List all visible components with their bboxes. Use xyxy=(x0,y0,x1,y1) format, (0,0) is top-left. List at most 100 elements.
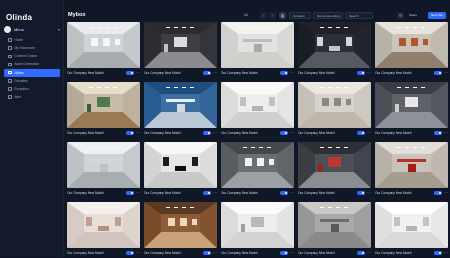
grid-view-icon[interactable]: ▦ xyxy=(279,12,286,19)
publish-toggle[interactable] xyxy=(280,71,288,75)
contains-select[interactable]: Contains xyxy=(289,12,311,19)
sidebar-item-content-creator[interactable]: Content Creator xyxy=(4,52,60,60)
asset-card[interactable]: Our Company New Model ⋯ xyxy=(221,142,294,198)
asset-thumbnail[interactable] xyxy=(67,82,140,128)
more-options-icon[interactable]: ⋯ xyxy=(211,191,217,195)
asset-thumbnail[interactable] xyxy=(375,142,448,188)
more-options-icon[interactable]: ⋯ xyxy=(442,191,448,195)
publish-toggle[interactable] xyxy=(126,251,134,255)
asset-card[interactable]: Our Company New Model ⋯ xyxy=(221,22,294,78)
more-options-icon[interactable]: ⋯ xyxy=(442,71,448,75)
asset-card[interactable]: Our Company New Model ⋯ xyxy=(144,82,217,138)
more-options-icon[interactable]: ⋯ xyxy=(365,191,371,195)
more-options-icon[interactable]: ⋯ xyxy=(365,71,371,75)
publish-toggle[interactable] xyxy=(203,131,211,135)
asset-thumbnail[interactable] xyxy=(298,22,371,68)
publish-toggle[interactable] xyxy=(280,131,288,135)
asset-thumbnail[interactable] xyxy=(144,82,217,128)
asset-thumbnail[interactable] xyxy=(298,142,371,188)
publish-toggle[interactable] xyxy=(280,191,288,195)
asset-card[interactable]: Our Company New Model ⋯ xyxy=(221,202,294,258)
chevron-left-icon[interactable]: ‹ xyxy=(260,12,267,19)
publish-toggle[interactable] xyxy=(126,191,134,195)
asset-thumbnail[interactable] xyxy=(298,202,371,248)
publish-toggle[interactable] xyxy=(203,191,211,195)
more-options-icon[interactable]: ⋯ xyxy=(134,131,140,135)
asset-card[interactable]: Our Company New Model ⋯ xyxy=(375,22,448,78)
asset-card[interactable]: Our Company New Model ⋯ xyxy=(375,202,448,258)
more-options-icon[interactable]: ⋯ xyxy=(288,251,294,255)
publish-toggle[interactable] xyxy=(434,131,442,135)
sidebar-item-alert[interactable]: Alert xyxy=(4,93,60,101)
more-options-icon[interactable]: ⋯ xyxy=(288,131,294,135)
asset-thumbnail[interactable] xyxy=(144,202,217,248)
publish-toggle[interactable] xyxy=(357,251,365,255)
publish-toggle[interactable] xyxy=(357,131,365,135)
sidebar-item-mybox[interactable]: Mybox xyxy=(4,68,60,77)
asset-thumbnail[interactable] xyxy=(67,142,140,188)
share-button[interactable]: Share xyxy=(406,12,420,19)
more-options-icon[interactable]: ⋯ xyxy=(365,131,371,135)
asset-thumbnail[interactable] xyxy=(298,82,371,128)
asset-thumbnail[interactable] xyxy=(375,202,448,248)
asset-thumbnail[interactable] xyxy=(221,22,294,68)
asset-card[interactable]: Our Company New Model ⋯ xyxy=(144,142,217,198)
more-options-icon[interactable]: ⋯ xyxy=(211,251,217,255)
card-footer: Our Company New Model ⋯ xyxy=(298,70,371,76)
publish-toggle[interactable] xyxy=(357,71,365,75)
asset-card[interactable]: Our Company New Model ⋯ xyxy=(144,22,217,78)
asset-card[interactable]: Our Company New Model ⋯ xyxy=(67,202,140,258)
publish-toggle[interactable] xyxy=(126,131,134,135)
asset-card[interactable]: Our Company New Model ⋯ xyxy=(67,82,140,138)
asset-card[interactable]: Our Company New Model ⋯ xyxy=(375,142,448,198)
asset-card[interactable]: Our Company New Model ⋯ xyxy=(221,82,294,138)
sidebar-item-home[interactable]: Home xyxy=(4,36,60,44)
sidebar-item-exception[interactable]: Exception xyxy=(4,85,60,93)
user-menu[interactable]: Mirus ▾ xyxy=(4,24,60,34)
more-options-icon[interactable]: ⋯ xyxy=(288,71,294,75)
asset-thumbnail[interactable] xyxy=(375,82,448,128)
more-options-icon[interactable]: ⋯ xyxy=(365,251,371,255)
asset-thumbnail[interactable] xyxy=(67,22,140,68)
sidebar-item-favorites[interactable]: Favorites xyxy=(4,77,60,85)
publish-toggle[interactable] xyxy=(434,191,442,195)
more-options-icon[interactable]: ⋯ xyxy=(134,71,140,75)
asset-card[interactable]: Our Company New Model ⋯ xyxy=(67,22,140,78)
more-options-icon[interactable]: ⋯ xyxy=(134,191,140,195)
asset-card[interactable]: Our Company New Model ⋯ xyxy=(298,22,371,78)
more-options-icon[interactable]: ⋯ xyxy=(211,71,217,75)
asset-card[interactable]: Our Company New Model ⋯ xyxy=(144,202,217,258)
asset-thumbnail[interactable] xyxy=(144,22,217,68)
asset-thumbnail[interactable] xyxy=(144,142,217,188)
more-options-icon[interactable]: ⋯ xyxy=(134,251,140,255)
search-input[interactable]: Search xyxy=(345,12,373,19)
publish-toggle[interactable] xyxy=(357,191,365,195)
publish-toggle[interactable] xyxy=(203,71,211,75)
asset-thumbnail[interactable] xyxy=(221,142,294,188)
asset-card[interactable]: Our Company New Model ⋯ xyxy=(298,202,371,258)
asset-card[interactable]: Our Company New Model ⋯ xyxy=(67,142,140,198)
publish-toggle[interactable] xyxy=(126,71,134,75)
publish-toggle[interactable] xyxy=(203,251,211,255)
settings-icon[interactable]: ⚙ xyxy=(397,12,404,19)
publish-toggle[interactable] xyxy=(434,71,442,75)
chevron-right-icon[interactable]: › xyxy=(269,12,276,19)
filter-all-dropdown[interactable]: All xyxy=(244,13,248,17)
more-options-icon[interactable]: ⋯ xyxy=(211,131,217,135)
publish-toggle[interactable] xyxy=(434,251,442,255)
asset-card[interactable]: Our Company New Model ⋯ xyxy=(375,82,448,138)
more-options-icon[interactable]: ⋯ xyxy=(288,191,294,195)
sidebar-item-my-showroom[interactable]: My Showroom xyxy=(4,44,60,52)
asset-thumbnail[interactable] xyxy=(375,22,448,68)
asset-thumbnail[interactable] xyxy=(67,202,140,248)
asset-thumbnail[interactable] xyxy=(221,202,294,248)
asset-card[interactable]: Our Company New Model ⋯ xyxy=(298,82,371,138)
asset-card[interactable]: Our Company New Model ⋯ xyxy=(298,142,371,198)
more-options-icon[interactable]: ⋯ xyxy=(442,251,448,255)
publish-toggle[interactable] xyxy=(280,251,288,255)
asset-thumbnail[interactable] xyxy=(221,82,294,128)
new-file-button[interactable]: New File xyxy=(428,12,446,19)
more-options-icon[interactable]: ⋯ xyxy=(442,131,448,135)
sort-select[interactable]: Name Ascending xyxy=(313,12,343,19)
sidebar-item-asset-generation[interactable]: Asset Generation xyxy=(4,61,60,69)
